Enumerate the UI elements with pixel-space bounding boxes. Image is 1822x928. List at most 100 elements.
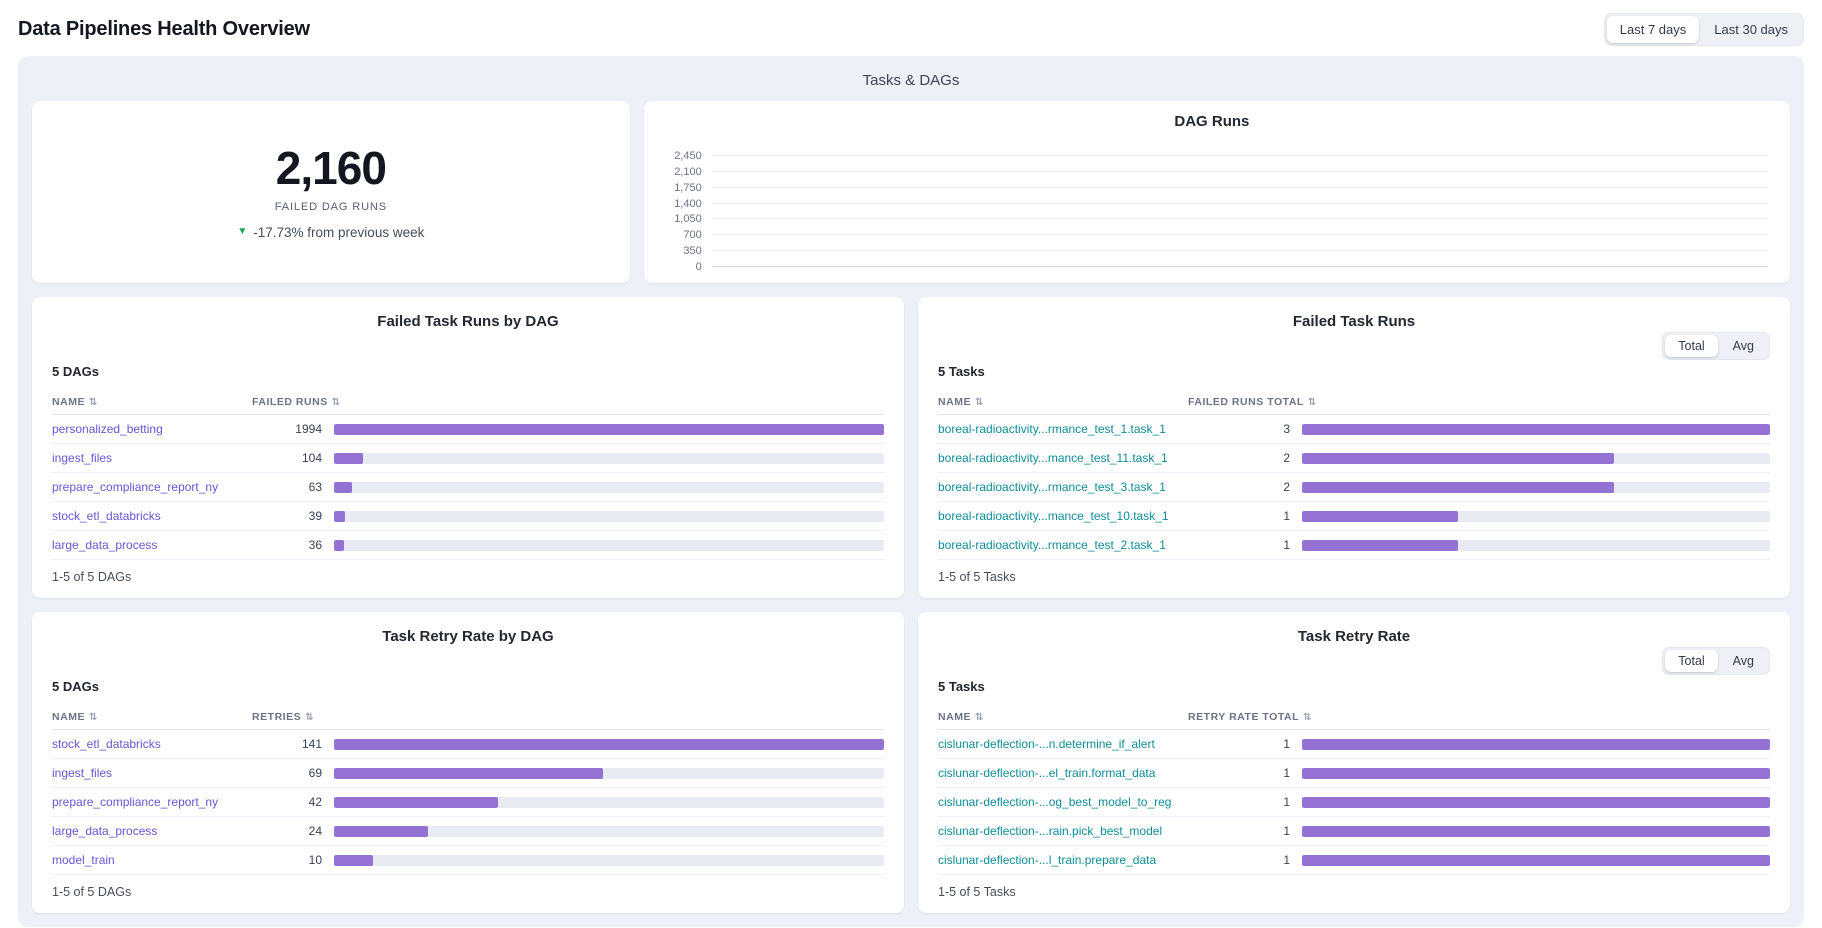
- row-name-link[interactable]: boreal-radioactivity...mance_test_11.tas…: [938, 451, 1188, 465]
- row-name-link[interactable]: model_train: [52, 853, 252, 867]
- count-label: 5 DAGs: [52, 364, 884, 379]
- row-bar-fill: [1302, 739, 1770, 750]
- row-value: 1: [1188, 824, 1302, 838]
- row-name-link[interactable]: prepare_compliance_report_ny: [52, 480, 252, 494]
- row-name-link[interactable]: prepare_compliance_report_ny: [52, 795, 252, 809]
- row-bar-fill: [1302, 826, 1770, 837]
- sort-icon[interactable]: ⇅: [305, 712, 314, 723]
- dag-runs-plot: [712, 140, 1768, 267]
- row-name-link[interactable]: large_data_process: [52, 538, 252, 552]
- row-bar-fill: [1302, 424, 1770, 435]
- row-value: 39: [252, 509, 334, 523]
- row-bar-fill: [1302, 482, 1614, 493]
- name-header[interactable]: NAME⇅: [52, 711, 252, 723]
- value-header[interactable]: FAILED RUNS TOTAL⇅: [1188, 396, 1302, 408]
- row-bar-fill: [334, 855, 373, 866]
- sort-icon[interactable]: ⇅: [975, 712, 984, 723]
- row-name-link[interactable]: cislunar-deflection-...og_best_model_to_…: [938, 795, 1188, 809]
- row-bar-track: [334, 482, 884, 493]
- row-value: 1: [1188, 538, 1302, 552]
- row-name-link[interactable]: boreal-radioactivity...rmance_test_2.tas…: [938, 538, 1188, 552]
- toggle-option-avg[interactable]: Avg: [1720, 650, 1767, 672]
- toggle-option-total[interactable]: Total: [1665, 335, 1717, 357]
- failed-task-runs-by-dag-card: Failed Task Runs by DAG 5 DAGs NAME⇅ FAI…: [32, 297, 904, 598]
- row-name-link[interactable]: ingest_files: [52, 451, 252, 465]
- value-header[interactable]: FAILED RUNS⇅: [252, 396, 334, 408]
- toggle-option-total[interactable]: Total: [1665, 650, 1717, 672]
- row-name-link[interactable]: cislunar-deflection-...rain.pick_best_mo…: [938, 824, 1188, 838]
- total-avg-toggle: TotalAvg: [1662, 332, 1770, 360]
- row-bar-fill: [1302, 453, 1614, 464]
- page-header: Data Pipelines Health Overview Last 7 da…: [0, 0, 1822, 56]
- top-row: 2,160 FAILED DAG RUNS ▼ -17.73% from pre…: [32, 101, 1790, 283]
- stat-label: FAILED DAG RUNS: [275, 201, 387, 213]
- y-tick-label: 350: [683, 245, 701, 257]
- table-row: stock_etl_databricks39: [52, 502, 884, 531]
- value-header-label: RETRIES: [252, 711, 301, 723]
- row-name-link[interactable]: boreal-radioactivity...mance_test_10.tas…: [938, 509, 1188, 523]
- row-bar-fill: [334, 797, 498, 808]
- card-title: Failed Task Runs by DAG: [52, 309, 884, 330]
- name-header[interactable]: NAME⇅: [938, 711, 1188, 723]
- row-name-link[interactable]: boreal-radioactivity...rmance_test_1.tas…: [938, 422, 1188, 436]
- stat-value: 2,160: [276, 144, 386, 192]
- card-footer-label: 1-5 of 5 Tasks: [938, 560, 1770, 592]
- name-header[interactable]: NAME ⇅: [938, 396, 1188, 408]
- name-header-label: NAME: [938, 396, 971, 408]
- row-bar-track: [1302, 739, 1770, 750]
- card-title: Task Retry Rate by DAG: [52, 624, 884, 645]
- row-name-link[interactable]: personalized_betting: [52, 422, 252, 436]
- row-value: 24: [252, 824, 334, 838]
- row-value: 42: [252, 795, 334, 809]
- value-header[interactable]: RETRIES ⇅: [252, 711, 334, 723]
- name-header[interactable]: NAME⇅: [52, 396, 252, 408]
- table-row: stock_etl_databricks141: [52, 730, 884, 759]
- range-option-last-7-days[interactable]: Last 7 days: [1607, 16, 1700, 43]
- table-row: large_data_process36: [52, 531, 884, 560]
- row-name-link[interactable]: cislunar-deflection-...n.determine_if_al…: [938, 737, 1188, 751]
- table-row: ingest_files69: [52, 759, 884, 788]
- row-name-link[interactable]: stock_etl_databricks: [52, 509, 252, 523]
- row-bar-track: [1302, 826, 1770, 837]
- row-value: 63: [252, 480, 334, 494]
- row-name-link[interactable]: ingest_files: [52, 766, 252, 780]
- total-avg-toggle: TotalAvg: [1662, 647, 1770, 675]
- table-row: cislunar-deflection-...rain.pick_best_mo…: [938, 817, 1770, 846]
- row-value: 1: [1188, 509, 1302, 523]
- y-tick-label: 700: [683, 229, 701, 241]
- row-name-link[interactable]: stock_etl_databricks: [52, 737, 252, 751]
- row-bar-fill: [334, 511, 345, 522]
- table-body: personalized_betting1994ingest_files104p…: [52, 415, 884, 560]
- sort-icon[interactable]: ⇅: [1308, 397, 1317, 408]
- row-value: 1: [1188, 795, 1302, 809]
- y-tick-label: 1,050: [674, 213, 702, 225]
- value-header-label: FAILED RUNS: [252, 396, 328, 408]
- card-title: Task Retry Rate: [938, 624, 1770, 645]
- sort-icon[interactable]: ⇅: [89, 397, 98, 408]
- card-footer-label: 1-5 of 5 Tasks: [938, 875, 1770, 907]
- row-name-link[interactable]: cislunar-deflection-...el_train.format_d…: [938, 766, 1188, 780]
- value-header[interactable]: RETRY RATE TOTAL⇅: [1188, 711, 1302, 723]
- range-option-last-30-days[interactable]: Last 30 days: [1701, 16, 1801, 43]
- row-bar-track: [334, 797, 884, 808]
- row-value: 3: [1188, 422, 1302, 436]
- row-name-link[interactable]: cislunar-deflection-...l_train.prepare_d…: [938, 853, 1188, 867]
- row-name-link[interactable]: large_data_process: [52, 824, 252, 838]
- sort-icon[interactable]: ⇅: [332, 397, 341, 408]
- sort-icon[interactable]: ⇅: [89, 712, 98, 723]
- count-label: 5 DAGs: [52, 679, 884, 694]
- row-bar-track: [1302, 482, 1770, 493]
- table-row: boreal-radioactivity...mance_test_11.tas…: [938, 444, 1770, 473]
- card-footer-label: 1-5 of 5 DAGs: [52, 875, 884, 907]
- row-name-link[interactable]: boreal-radioactivity...rmance_test_3.tas…: [938, 480, 1188, 494]
- sort-icon[interactable]: ⇅: [975, 397, 984, 408]
- row-bar-fill: [334, 826, 428, 837]
- row-bar-track: [334, 453, 884, 464]
- sort-icon[interactable]: ⇅: [1303, 712, 1312, 723]
- count-label: 5 Tasks: [938, 364, 1770, 379]
- toggle-option-avg[interactable]: Avg: [1720, 335, 1767, 357]
- table-body: stock_etl_databricks141ingest_files69pre…: [52, 730, 884, 875]
- row-value: 2: [1188, 451, 1302, 465]
- row-bar-track: [334, 540, 884, 551]
- chart-wrap: 03507001,0501,4001,7502,1002,450: [656, 140, 1768, 267]
